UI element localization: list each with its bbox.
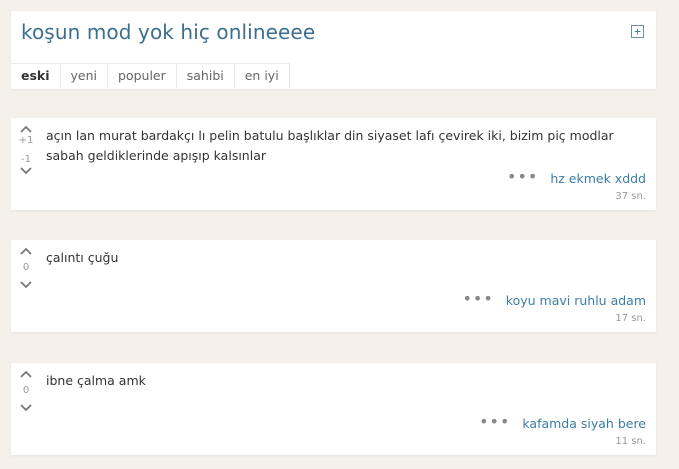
entry-menu-dots-icon[interactable]: ••• — [479, 413, 510, 429]
downvote-chevron-icon[interactable] — [19, 166, 33, 176]
vote-count: 0 — [22, 385, 30, 396]
downvote-chevron-icon[interactable] — [19, 403, 33, 413]
vote-count: 0 — [22, 262, 30, 273]
entry-text: ibne çalma amk — [46, 373, 146, 388]
entry-timestamp[interactable]: 11 sn. — [479, 436, 646, 447]
entry-footer: ••• koyu mavi ruhlu adam 17 sn. — [462, 290, 646, 324]
topic-title[interactable]: koşun mod yok hiç onlineeee — [21, 20, 315, 44]
tab-populer[interactable]: populer — [108, 64, 177, 88]
tab-yeni[interactable]: yeni — [61, 64, 108, 88]
entry-author-link[interactable]: koyu mavi ruhlu adam — [506, 293, 646, 308]
entry-menu-dots-icon[interactable]: ••• — [462, 290, 493, 306]
vote-box: +1 -1 — [18, 124, 34, 176]
entry-menu-dots-icon[interactable]: ••• — [507, 168, 538, 184]
entry-timestamp[interactable]: 37 sn. — [507, 191, 646, 202]
expand-icon[interactable]: + — [631, 25, 644, 38]
tab-en-iyi[interactable]: en iyi — [235, 64, 290, 88]
entry-timestamp[interactable]: 17 sn. — [462, 313, 646, 324]
entry-author-link[interactable]: kafamda siyah bere — [522, 416, 646, 431]
tab-sahibi[interactable]: sahibi — [177, 64, 235, 88]
sort-tabs: eski yeni populer sahibi en iyi — [11, 63, 290, 88]
topic-header: koşun mod yok hiç onlineeee + eski yeni … — [11, 11, 656, 89]
vote-box: 0 — [18, 246, 34, 290]
upvote-chevron-icon[interactable] — [19, 369, 33, 379]
tab-eski[interactable]: eski — [11, 64, 61, 88]
entry-text: açın lan murat bardakçı lı pelin batulu … — [46, 128, 614, 163]
upvote-count: +1 — [18, 135, 34, 146]
entry-text: çalıntı çuğu — [46, 250, 119, 265]
downvote-count: -1 — [21, 154, 31, 165]
entry-card: +1 -1 açın lan murat bardakçı lı pelin b… — [11, 118, 656, 210]
entry-card: 0 ibne çalma amk ••• kafamda siyah bere … — [11, 363, 656, 455]
upvote-chevron-icon[interactable] — [19, 246, 33, 256]
entry-card: 0 çalıntı çuğu ••• koyu mavi ruhlu adam … — [11, 240, 656, 332]
upvote-chevron-icon[interactable] — [19, 124, 33, 134]
downvote-chevron-icon[interactable] — [19, 280, 33, 290]
entry-author-link[interactable]: hz ekmek xddd — [550, 171, 646, 186]
entry-footer: ••• kafamda siyah bere 11 sn. — [479, 413, 646, 447]
vote-box: 0 — [18, 369, 34, 413]
entry-footer: ••• hz ekmek xddd 37 sn. — [507, 168, 646, 202]
